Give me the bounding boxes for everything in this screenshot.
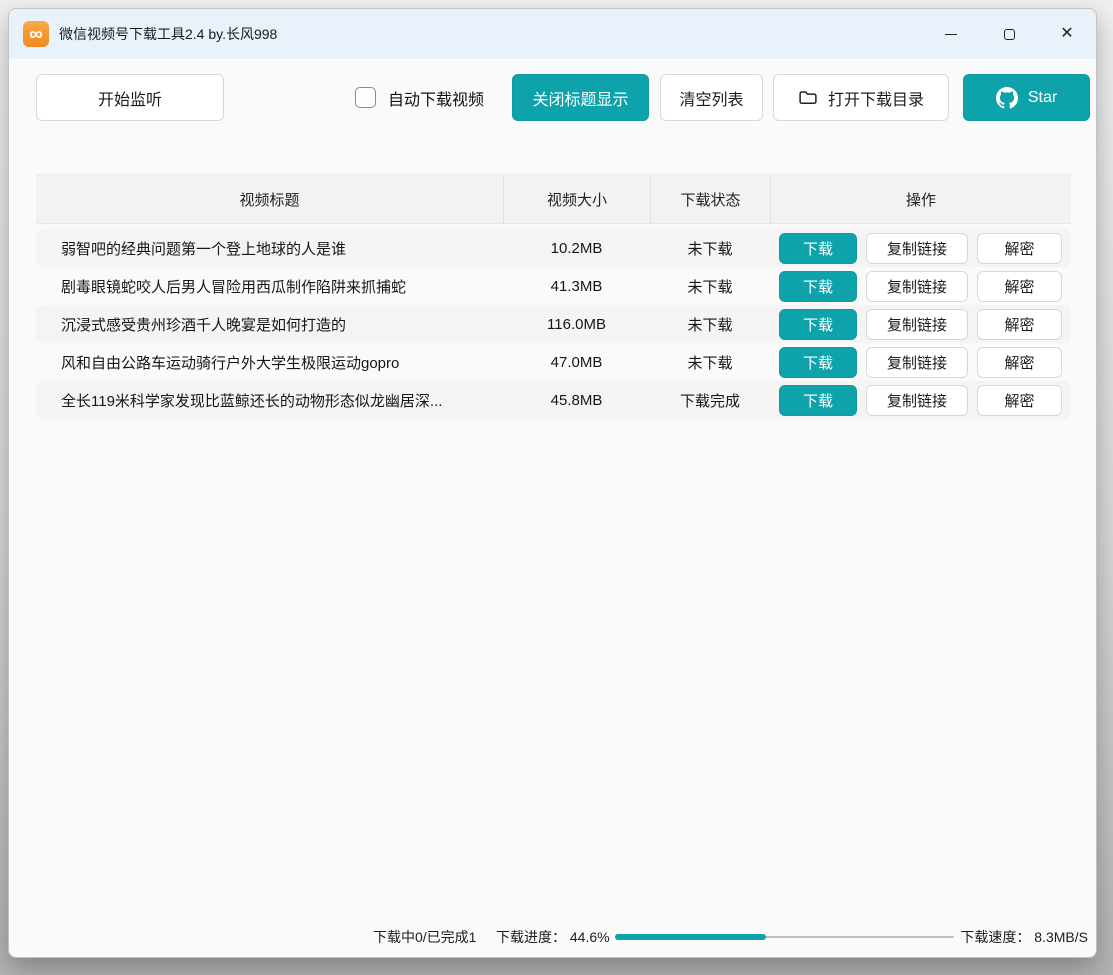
window-controls: ✕ [916,16,1090,52]
download-status-cell: 下载完成 [650,390,770,411]
speed-value: 8.3MB/S [1034,929,1088,945]
maximize-button[interactable] [986,16,1032,52]
clear-list-button[interactable]: 清空列表 [660,74,763,121]
minimize-icon [945,34,957,35]
maximize-icon [1004,29,1015,40]
download-status-cell: 未下载 [650,352,770,373]
download-button[interactable]: 下载 [779,385,857,416]
window-title: 微信视频号下载工具2.4 by.长风998 [59,24,277,44]
video-table: 视频标题 视频大小 下载状态 操作 弱智吧的经典问题第一个登上地球的人是谁 10… [36,174,1071,419]
speed-text: 下载速度： 8.3MB/S [960,927,1088,947]
decrypt-button[interactable]: 解密 [977,385,1062,416]
progress-text: 下载进度： 44.6% [496,927,610,947]
app-icon: ∞ [23,21,49,47]
decrypt-button[interactable]: 解密 [977,347,1062,378]
table-row: 全长119米科学家发现比蓝鲸还长的动物形态似龙幽居深... 45.8MB 下载完… [36,381,1071,419]
table-row: 剧毒眼镜蛇咬人后男人冒险用西瓜制作陷阱来抓捕蛇 41.3MB 未下载 下载 复制… [36,267,1071,305]
download-counts: 下载中0/已完成1 [373,927,476,947]
status-bar: 下载中0/已完成1 下载进度： 44.6% 下载速度： 8.3MB/S [9,925,1096,949]
decrypt-button[interactable]: 解密 [977,309,1062,340]
row-actions: 下载 复制链接 解密 [770,309,1071,340]
auto-download-checkbox[interactable] [355,87,376,108]
progress-bar [615,934,954,940]
copy-link-button[interactable]: 复制链接 [866,271,968,302]
github-star-button[interactable]: Star [963,74,1090,121]
row-actions: 下载 复制链接 解密 [770,233,1071,264]
video-title-cell: 沉浸式感受贵州珍酒千人晚宴是如何打造的 [36,314,503,335]
table-row: 沉浸式感受贵州珍酒千人晚宴是如何打造的 116.0MB 未下载 下载 复制链接 … [36,305,1071,343]
wechat-channels-icon: ∞ [29,25,43,44]
video-title-cell: 弱智吧的经典问题第一个登上地球的人是谁 [36,238,503,259]
video-size-cell: 41.3MB [503,278,650,295]
decrypt-button[interactable]: 解密 [977,271,1062,302]
table-header: 视频标题 视频大小 下载状态 操作 [36,174,1071,224]
header-video-title: 视频标题 [36,175,503,223]
progress-value: 44.6% [570,929,610,945]
video-title-cell: 全长119米科学家发现比蓝鲸还长的动物形态似龙幽居深... [36,390,503,411]
auto-download-label: 自动下载视频 [388,86,484,110]
github-icon [996,87,1018,109]
download-status-cell: 未下载 [650,314,770,335]
titlebar: ∞ 微信视频号下载工具2.4 by.长风998 ✕ [9,9,1096,59]
table-row: 风和自由公路车运动骑行户外大学生极限运动gopro 47.0MB 未下载 下载 … [36,343,1071,381]
folder-icon [798,88,818,107]
auto-download-group: 自动下载视频 [355,74,484,121]
progress-label: 下载进度： [496,929,566,945]
download-status-cell: 未下载 [650,276,770,297]
download-button[interactable]: 下载 [779,309,857,340]
video-size-cell: 47.0MB [503,354,650,371]
row-actions: 下载 复制链接 解密 [770,347,1071,378]
video-title-cell: 剧毒眼镜蛇咬人后男人冒险用西瓜制作陷阱来抓捕蛇 [36,276,503,297]
start-listen-button[interactable]: 开始监听 [36,74,224,121]
copy-link-button[interactable]: 复制链接 [866,309,968,340]
close-icon: ✕ [1060,26,1073,42]
download-button[interactable]: 下载 [779,233,857,264]
download-status-cell: 未下载 [650,238,770,259]
github-star-label: Star [1028,89,1057,107]
minimize-button[interactable] [928,16,974,52]
row-actions: 下载 复制链接 解密 [770,385,1071,416]
open-download-dir-button[interactable]: 打开下载目录 [773,74,949,121]
header-video-size: 视频大小 [503,175,650,223]
copy-link-button[interactable]: 复制链接 [866,233,968,264]
table-row: 弱智吧的经典问题第一个登上地球的人是谁 10.2MB 未下载 下载 复制链接 解… [36,229,1071,267]
close-button[interactable]: ✕ [1044,16,1090,52]
copy-link-button[interactable]: 复制链接 [866,347,968,378]
video-size-cell: 45.8MB [503,392,650,409]
video-size-cell: 10.2MB [503,240,650,257]
close-title-display-button[interactable]: 关闭标题显示 [512,74,649,121]
video-title-cell: 风和自由公路车运动骑行户外大学生极限运动gopro [36,352,503,373]
copy-link-button[interactable]: 复制链接 [866,385,968,416]
progress-fill [615,934,766,940]
table-body: 弱智吧的经典问题第一个登上地球的人是谁 10.2MB 未下载 下载 复制链接 解… [36,224,1071,419]
header-operations: 操作 [770,175,1071,223]
video-size-cell: 116.0MB [503,316,650,333]
decrypt-button[interactable]: 解密 [977,233,1062,264]
speed-label: 下载速度： [960,929,1030,945]
open-download-dir-label: 打开下载目录 [828,86,924,110]
download-button[interactable]: 下载 [779,347,857,378]
app-window: ∞ 微信视频号下载工具2.4 by.长风998 ✕ 开始监听 自动下载视频 关闭… [8,8,1097,958]
download-button[interactable]: 下载 [779,271,857,302]
row-actions: 下载 复制链接 解密 [770,271,1071,302]
header-download-status: 下载状态 [650,175,770,223]
